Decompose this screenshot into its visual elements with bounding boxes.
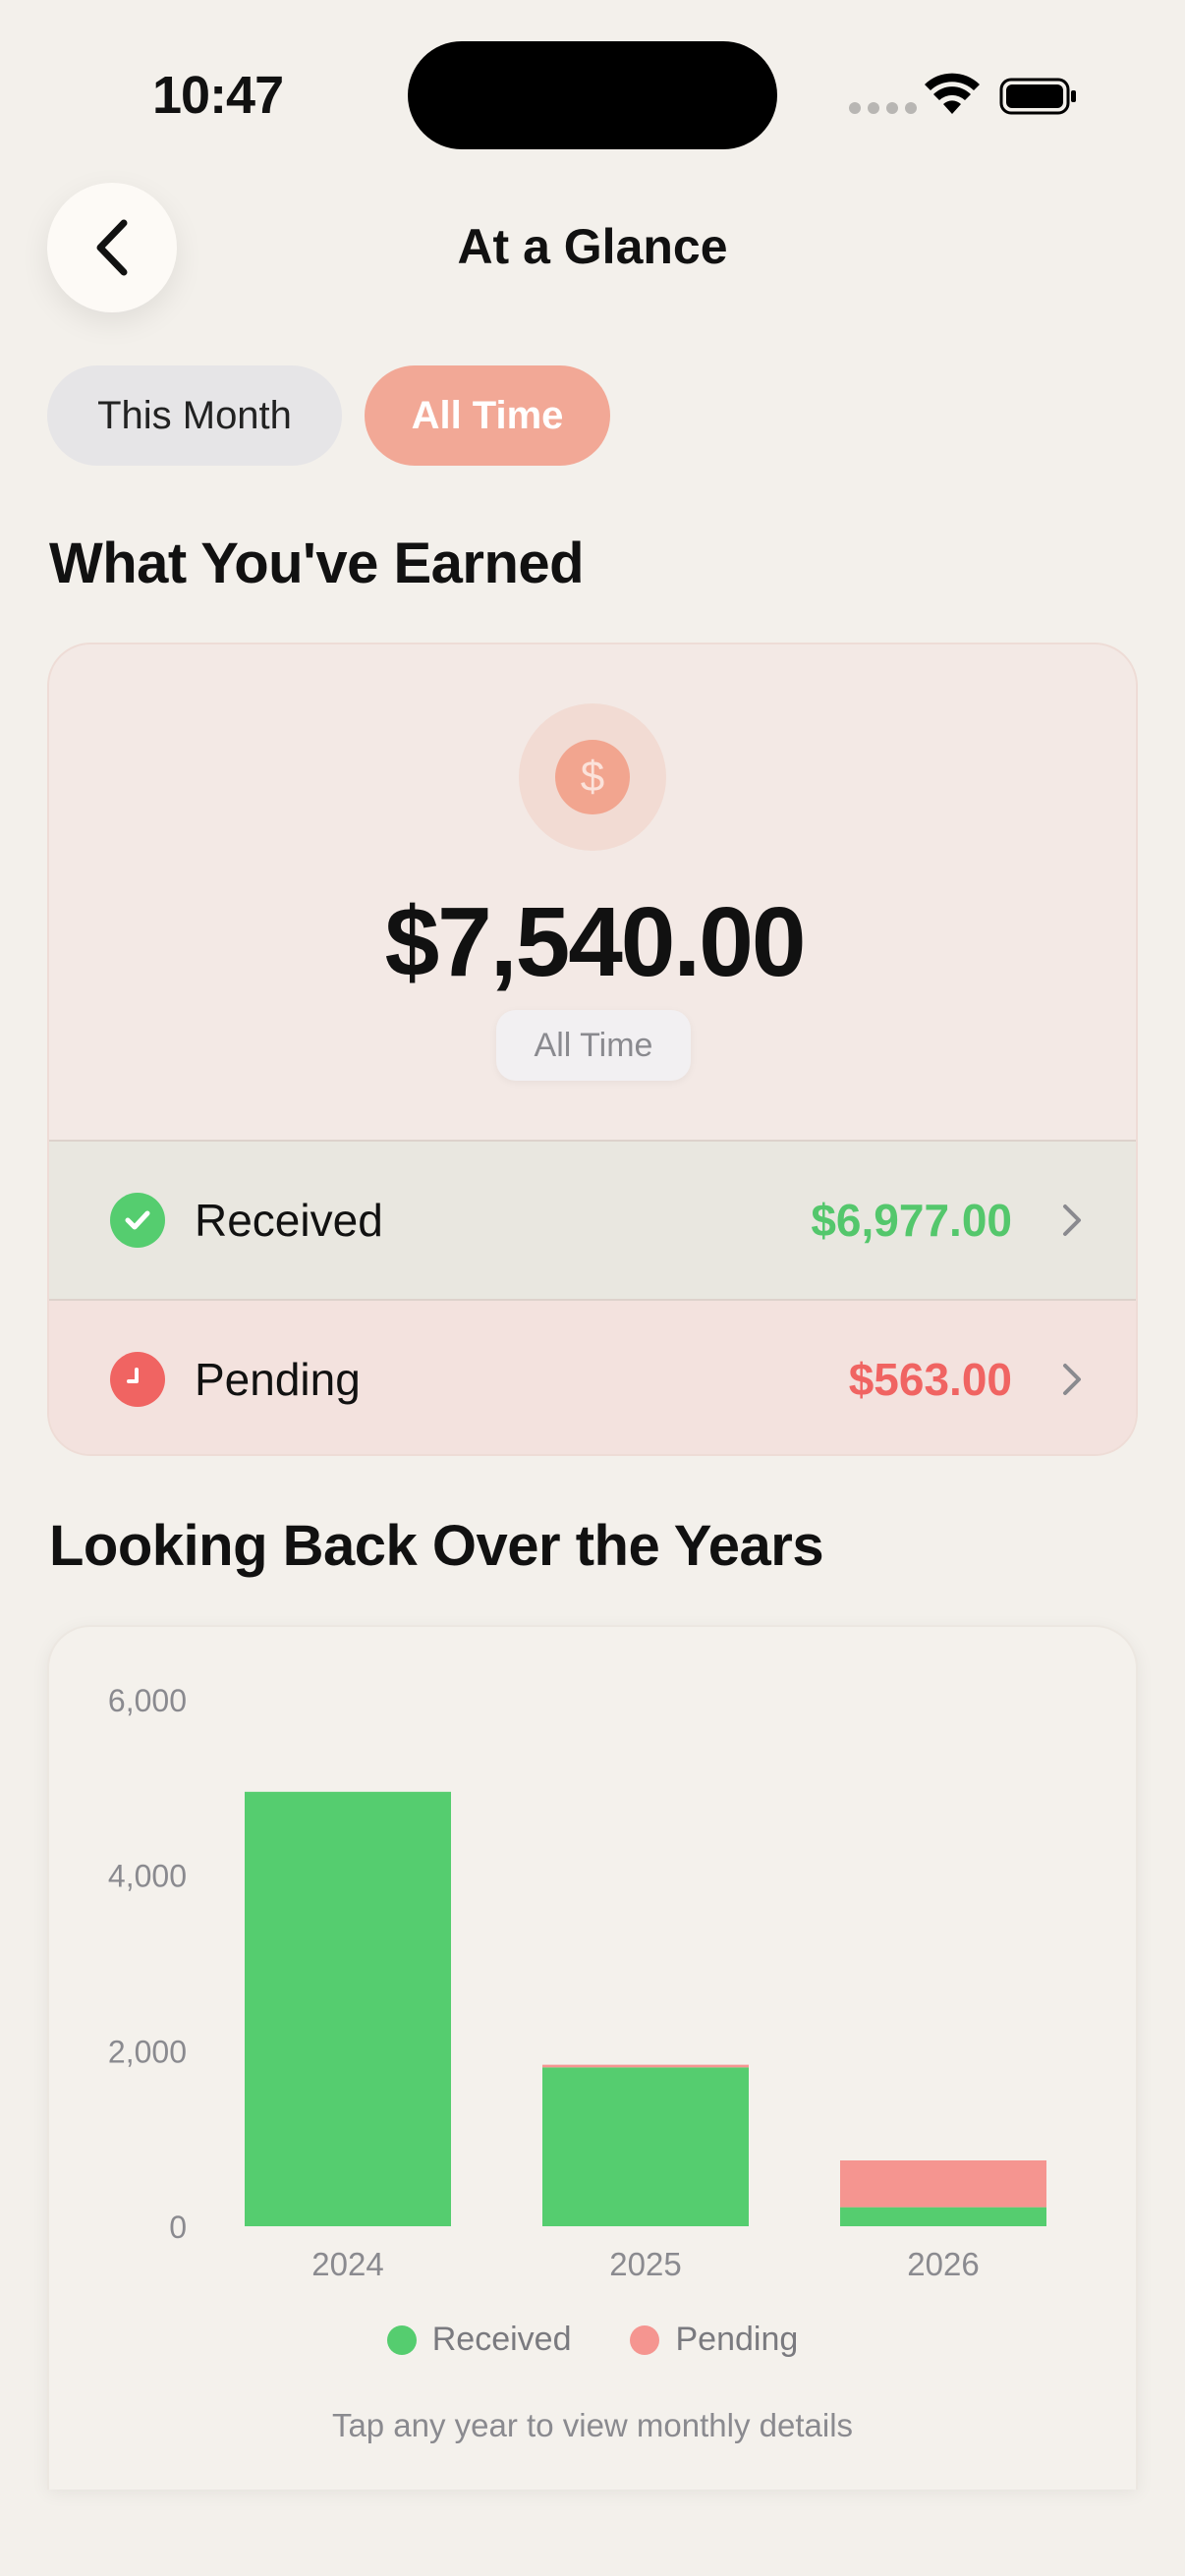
received-row[interactable]: Received $6,977.00: [49, 1140, 1136, 1299]
cellular-signal-icon: [849, 102, 917, 114]
legend-dot-pending: [630, 2324, 660, 2355]
status-time: 10:47: [152, 66, 284, 125]
x-tick-label: 2025: [609, 2246, 681, 2282]
history-chart-card: 0 2,000 4,000 6,000 2024 2025 2026: [47, 1625, 1138, 2490]
wifi-icon: [925, 73, 980, 114]
legend-label-pending: Pending: [675, 2321, 799, 2358]
pending-amount: $563.00: [848, 1354, 1012, 1405]
bar-pending-2026[interactable]: [840, 2160, 1046, 2208]
bar-received-2026[interactable]: [840, 2207, 1046, 2226]
total-earned: $7,540.00: [384, 887, 807, 997]
segment-all-time[interactable]: All Time: [365, 365, 610, 466]
segment-this-month[interactable]: This Month: [47, 365, 342, 466]
legend-label-received: Received: [431, 2321, 572, 2358]
legend-item-received: Received: [386, 2321, 572, 2359]
earned-section-title: What You've Earned: [49, 532, 585, 595]
period-chip: All Time: [496, 1010, 691, 1081]
y-tick-label: 6,000: [108, 1683, 187, 1718]
screen: 10:47 At a Glance This Month All Time Wh…: [0, 0, 1185, 2576]
yearly-bar-chart: 0 2,000 4,000 6,000 2024 2025 2026: [108, 1683, 1046, 2282]
chevron-right-icon: [1063, 1364, 1081, 1395]
received-amount: $6,977.00: [811, 1195, 1012, 1246]
checkmark-circle-icon: [110, 1193, 165, 1248]
y-tick-label: 0: [169, 2210, 187, 2245]
x-tick-label: 2026: [907, 2246, 979, 2282]
dollar-icon: $: [555, 740, 630, 814]
earnings-card: $ $7,540.00 All Time Received $6,977.00 …: [47, 643, 1138, 1456]
legend-dot-received: [386, 2324, 417, 2355]
pending-row[interactable]: Pending $563.00: [49, 1299, 1136, 1454]
chart-hint: Tap any year to view monthly details: [331, 2407, 854, 2443]
legend-item-pending: Pending: [630, 2321, 798, 2359]
coin-badge: $: [519, 703, 666, 851]
bar-pending-2025[interactable]: [542, 2064, 749, 2068]
chevron-right-icon: [1063, 1204, 1081, 1236]
history-section-title: Looking Back Over the Years: [49, 1514, 824, 1578]
bar-received-2025[interactable]: [542, 2067, 749, 2226]
y-tick-label: 2,000: [108, 2034, 187, 2069]
pending-label: Pending: [195, 1354, 361, 1405]
received-label: Received: [195, 1195, 383, 1246]
y-tick-label: 4,000: [108, 1859, 187, 1894]
x-tick-label: 2024: [311, 2246, 383, 2282]
clock-icon: [110, 1352, 165, 1407]
bar-received-2024[interactable]: [245, 1791, 451, 2226]
dynamic-island: [408, 41, 777, 149]
page-title: At a Glance: [457, 219, 728, 274]
chart-legend: Received Pending: [0, 2321, 1185, 2359]
battery-icon: [999, 78, 1076, 115]
